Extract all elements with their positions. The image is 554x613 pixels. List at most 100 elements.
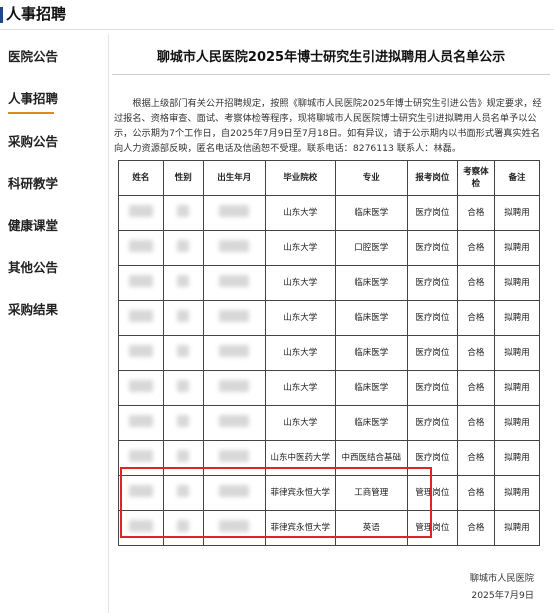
cell-note: 拟聘用 — [494, 265, 540, 301]
redacted-block — [219, 240, 250, 252]
table-row: 山东大学 临床医学 医疗岗位 合格 拟聘用 — [118, 370, 540, 406]
cell-check: 合格 — [456, 475, 496, 511]
article-intro: 根据上级部门有关公开招聘规定，按照《聊城市人民医院2025年博士研究生引进公告》… — [114, 98, 542, 154]
cell-school: 山东大学 — [264, 300, 336, 336]
redacted-block — [128, 310, 153, 322]
cell-check: 合格 — [456, 440, 496, 476]
redacted-block — [177, 310, 190, 322]
redacted-block — [128, 240, 153, 252]
cell-birth — [202, 370, 266, 406]
redacted-block — [219, 380, 250, 392]
cell-gender — [162, 195, 204, 231]
header-name: 姓名 — [118, 160, 164, 196]
cell-post: 医疗岗位 — [406, 195, 458, 231]
cell-note: 拟聘用 — [494, 300, 540, 336]
cell-birth — [202, 300, 266, 336]
cell-gender — [162, 300, 204, 336]
table-row: 山东大学 临床医学 医疗岗位 合格 拟聘用 — [118, 300, 540, 336]
cell-check: 合格 — [456, 370, 496, 406]
redacted-block — [177, 345, 190, 357]
cell-note: 拟聘用 — [494, 335, 540, 371]
cell-major: 口腔医学 — [334, 230, 408, 266]
redacted-block — [128, 345, 153, 357]
cell-check: 合格 — [456, 300, 496, 336]
cell-school: 山东大学 — [264, 335, 336, 371]
table-header-row: 姓名 性别 出生年月 毕业院校 专业 报考岗位 考察体检 备注 — [118, 160, 540, 196]
redacted-block — [177, 205, 190, 217]
article-title: 聊城市人民医院2025年博士研究生引进拟聘用人员名单公示 — [156, 50, 506, 65]
sidebar-item-procurement-result[interactable]: 采购结果 — [8, 299, 58, 318]
highlight-box — [120, 467, 432, 538]
cell-check: 合格 — [456, 405, 496, 441]
table-row: 山东大学 临床医学 医疗岗位 合格 拟聘用 — [118, 405, 540, 441]
cell-name — [118, 335, 164, 371]
redacted-block — [177, 415, 190, 427]
sidebar-item-procurement-notice[interactable]: 采购公告 — [8, 131, 58, 150]
sidebar-item-other-notice[interactable]: 其他公告 — [8, 257, 58, 276]
cell-gender — [162, 265, 204, 301]
cell-check: 合格 — [456, 510, 496, 546]
cell-major: 临床医学 — [334, 300, 408, 336]
cell-school: 山东大学 — [264, 370, 336, 406]
redacted-block — [128, 275, 153, 287]
cell-name — [118, 265, 164, 301]
cell-major: 临床医学 — [334, 265, 408, 301]
cell-note: 拟聘用 — [494, 440, 540, 476]
header-post: 报考岗位 — [406, 160, 458, 196]
sidebar-item-health-class[interactable]: 健康课堂 — [8, 215, 58, 234]
redacted-block — [128, 450, 153, 462]
cell-birth — [202, 335, 266, 371]
cell-post: 医疗岗位 — [406, 300, 458, 336]
title-divider — [112, 74, 550, 75]
cell-gender — [162, 335, 204, 371]
redacted-block — [128, 380, 153, 392]
cell-post: 医疗岗位 — [406, 265, 458, 301]
redacted-block — [177, 240, 190, 252]
cell-major: 临床医学 — [334, 405, 408, 441]
cell-name — [118, 230, 164, 266]
cell-birth — [202, 265, 266, 301]
cell-post: 医疗岗位 — [406, 405, 458, 441]
cell-birth — [202, 195, 266, 231]
cell-major: 临床医学 — [334, 370, 408, 406]
header-school: 毕业院校 — [264, 160, 336, 196]
cell-check: 合格 — [456, 265, 496, 301]
top-bar: 人事招聘 — [0, 0, 554, 30]
cell-school: 山东大学 — [264, 405, 336, 441]
header-gender: 性别 — [162, 160, 204, 196]
cell-note: 拟聘用 — [494, 510, 540, 546]
cell-note: 拟聘用 — [494, 405, 540, 441]
cell-gender — [162, 405, 204, 441]
header-check: 考察体检 — [456, 160, 496, 196]
table-row: 山东大学 临床医学 医疗岗位 合格 拟聘用 — [118, 195, 540, 231]
table-row: 山东大学 口腔医学 医疗岗位 合格 拟聘用 — [118, 230, 540, 266]
cell-name — [118, 300, 164, 336]
cell-post: 医疗岗位 — [406, 230, 458, 266]
cell-major: 临床医学 — [334, 195, 408, 231]
signature-org: 聊城市人民医院 — [469, 573, 534, 584]
header-major: 专业 — [334, 160, 408, 196]
redacted-block — [219, 450, 250, 462]
cell-major: 临床医学 — [334, 335, 408, 371]
cell-gender — [162, 230, 204, 266]
cell-birth — [202, 230, 266, 266]
cell-school: 山东大学 — [264, 265, 336, 301]
table-row: 山东大学 临床医学 医疗岗位 合格 拟聘用 — [118, 335, 540, 371]
sidebar-item-research-teaching[interactable]: 科研教学 — [8, 173, 58, 192]
sidebar-item-hospital-notice[interactable]: 医院公告 — [8, 46, 58, 65]
cell-post: 医疗岗位 — [406, 335, 458, 371]
table-row: 山东大学 临床医学 医疗岗位 合格 拟聘用 — [118, 265, 540, 301]
cell-check: 合格 — [456, 335, 496, 371]
signature-date: 2025年7月9日 — [471, 590, 534, 601]
cell-note: 拟聘用 — [494, 370, 540, 406]
redacted-block — [177, 275, 190, 287]
redacted-block — [128, 415, 153, 427]
cell-school: 山东大学 — [264, 195, 336, 231]
redacted-block — [219, 345, 250, 357]
redacted-block — [219, 275, 250, 287]
sidebar-item-recruitment[interactable]: 人事招聘 — [8, 88, 58, 114]
header-note: 备注 — [494, 160, 540, 196]
cell-gender — [162, 370, 204, 406]
title-accent-bar — [0, 7, 3, 23]
section-title: 人事招聘 — [6, 5, 67, 23]
